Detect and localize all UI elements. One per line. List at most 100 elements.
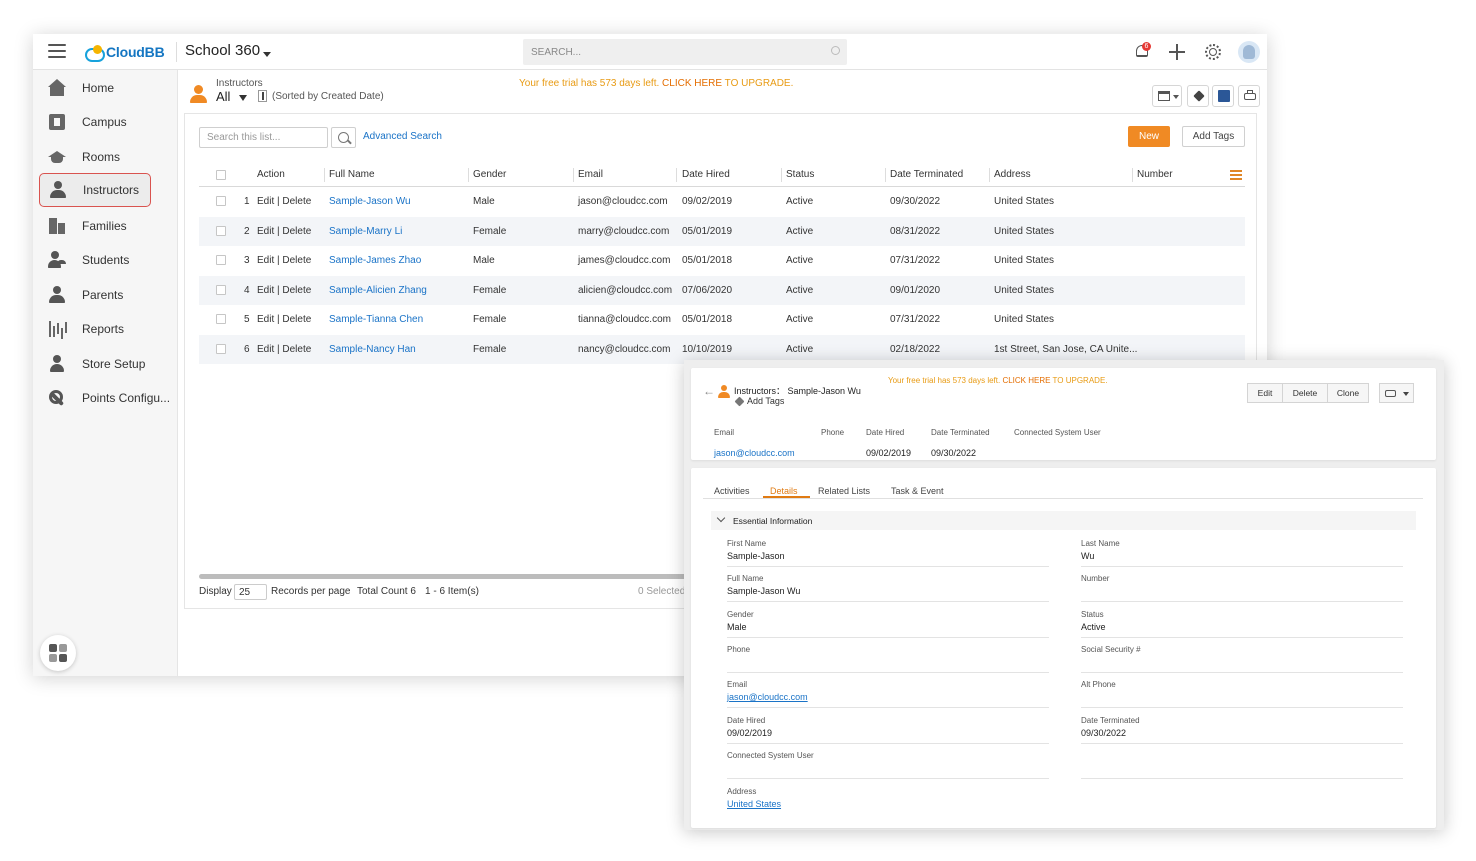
user-avatar[interactable]: [1238, 41, 1260, 63]
pin-icon[interactable]: [258, 90, 267, 102]
section-header[interactable]: Essential Information: [711, 511, 1416, 530]
new-button[interactable]: New: [1128, 126, 1170, 147]
tab-related-lists[interactable]: Related Lists: [818, 486, 870, 496]
app-launcher-icon[interactable]: [40, 635, 76, 671]
sidebar-item-campus[interactable]: Campus: [39, 106, 151, 138]
app-logo[interactable]: CloudBB: [85, 43, 165, 62]
row-checkbox[interactable]: [216, 343, 226, 354]
highlight-email-value[interactable]: jason@cloudcc.com: [714, 448, 795, 458]
row-checkbox[interactable]: [216, 255, 226, 265]
sidebar-item-rooms[interactable]: Rooms: [39, 141, 151, 173]
plus-icon[interactable]: [1167, 42, 1187, 62]
chevron-down-icon[interactable]: [239, 95, 247, 101]
print-button[interactable]: [1238, 85, 1260, 107]
full-name-link[interactable]: Sample-Jason Wu: [329, 196, 411, 207]
upgrade-link-rest[interactable]: TO UPGRADE.: [722, 78, 794, 89]
list-view-selector[interactable]: All: [216, 89, 230, 104]
edit-delete-actions[interactable]: Edit | Delete: [257, 285, 311, 296]
add-tags-button[interactable]: Add Tags: [1182, 126, 1245, 147]
full-name-link[interactable]: Sample-Nancy Han: [329, 344, 416, 355]
edit-button[interactable]: Edit: [1247, 383, 1283, 403]
field-label: Last Name: [1081, 539, 1120, 548]
records-per-page-select[interactable]: 25: [234, 584, 267, 600]
full-name-link[interactable]: Sample-Marry Li: [329, 226, 402, 237]
select-all-checkbox[interactable]: [216, 170, 226, 180]
edit-delete-actions[interactable]: Edit | Delete: [257, 226, 311, 237]
gender-cell: Female: [473, 314, 507, 325]
add-tags-link[interactable]: Add Tags: [747, 396, 784, 406]
address-link[interactable]: United States: [727, 799, 781, 809]
tab-activities[interactable]: Activities: [714, 486, 750, 496]
field-label: Status: [1081, 610, 1104, 619]
upgrade-link-rest[interactable]: TO UPGRADE.: [1050, 376, 1108, 385]
row-number: 4: [244, 284, 250, 296]
edit-delete-actions[interactable]: Edit | Delete: [257, 314, 311, 325]
sidebar-item-label: Families: [82, 219, 127, 233]
column-header[interactable]: Date Hired: [682, 169, 730, 180]
delete-button[interactable]: Delete: [1282, 383, 1328, 403]
column-header[interactable]: Full Name: [329, 169, 375, 180]
app-name[interactable]: School 360: [185, 42, 260, 59]
row-checkbox[interactable]: [216, 196, 226, 206]
detail-window: ← Instructors： Sample-Jason Wu Add Tags …: [684, 360, 1444, 830]
sidebar-item-reports[interactable]: Reports: [39, 313, 151, 345]
upgrade-link[interactable]: CLICK HERE: [1002, 376, 1050, 385]
sidebar-item-home[interactable]: Home: [39, 72, 151, 104]
field-label: Email: [727, 680, 748, 689]
row-checkbox[interactable]: [216, 284, 226, 295]
clone-button[interactable]: Clone: [1327, 383, 1369, 403]
column-header[interactable]: Date Terminated: [890, 169, 963, 180]
column-header[interactable]: Number: [1137, 169, 1173, 180]
search-icon[interactable]: [831, 46, 840, 55]
column-settings-icon[interactable]: [1230, 170, 1242, 180]
print-menu-button[interactable]: [1379, 383, 1414, 403]
horizontal-scrollbar[interactable]: [199, 574, 719, 579]
full-name-link[interactable]: Sample-Tianna Chen: [329, 314, 423, 325]
column-header[interactable]: Email: [578, 169, 603, 180]
field-divider: [1081, 707, 1403, 708]
column-header[interactable]: Address: [994, 169, 1031, 180]
app-switcher-caret-icon[interactable]: [263, 52, 271, 57]
search-icon[interactable]: [331, 127, 356, 148]
gear-icon[interactable]: [1203, 42, 1223, 62]
person-icon: [48, 355, 66, 373]
column-header: Action: [257, 169, 285, 180]
column-header[interactable]: Gender: [473, 169, 506, 180]
export-button[interactable]: [1212, 85, 1234, 107]
upgrade-link[interactable]: CLICK HERE: [662, 78, 722, 89]
edit-delete-actions[interactable]: Edit | Delete: [257, 196, 311, 207]
date-terminated-cell: 09/30/2022: [890, 196, 941, 207]
column-header[interactable]: Status: [786, 169, 814, 180]
sidebar-item-label: Home: [82, 81, 115, 95]
tab-details[interactable]: Details: [770, 486, 798, 496]
tab-task-event[interactable]: Task & Event: [891, 486, 944, 496]
row-checkbox[interactable]: [216, 314, 226, 324]
edit-delete-actions[interactable]: Edit | Delete: [257, 255, 311, 266]
sidebar-item-label: Points Configu...: [82, 391, 171, 405]
field-value: Male: [727, 622, 747, 632]
sidebar-item-parents[interactable]: Parents: [39, 279, 151, 311]
sidebar-item-points-config[interactable]: Points Configu...: [39, 382, 170, 414]
full-name-link[interactable]: Sample-James Zhao: [329, 255, 421, 266]
field-divider: [727, 566, 1049, 567]
email-link[interactable]: jason@cloudcc.com: [727, 692, 808, 702]
status-cell: Active: [786, 196, 814, 207]
notification-bell-icon[interactable]: 6: [1133, 42, 1153, 62]
sidebar-item-instructors[interactable]: Instructors: [39, 173, 151, 207]
list-search-input[interactable]: [199, 127, 328, 148]
sidebar-item-families[interactable]: Families: [39, 210, 151, 242]
row-checkbox[interactable]: [216, 225, 226, 236]
table-view-button[interactable]: [1152, 85, 1182, 107]
field-label: Connected System User: [727, 751, 814, 760]
full-name-link[interactable]: Sample-Alicien Zhang: [329, 285, 427, 296]
field-value: Sample-Jason: [727, 551, 785, 561]
sidebar-item-students[interactable]: Students: [39, 244, 151, 276]
edit-delete-actions[interactable]: Edit | Delete: [257, 344, 311, 355]
tag-button[interactable]: [1187, 85, 1209, 107]
hamburger-menu-icon[interactable]: [48, 44, 66, 58]
sidebar-item-store-setup[interactable]: Store Setup: [39, 348, 151, 380]
gender-cell: Male: [473, 196, 495, 207]
global-search-input[interactable]: [523, 39, 847, 65]
advanced-search-link[interactable]: Advanced Search: [363, 131, 442, 142]
back-arrow-icon[interactable]: ←: [703, 384, 715, 398]
